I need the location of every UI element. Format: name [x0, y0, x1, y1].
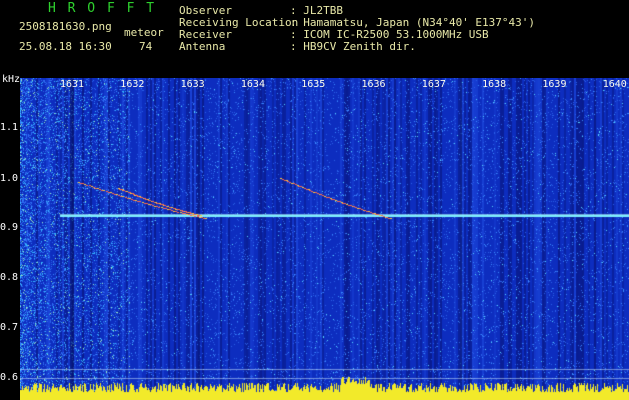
y-tick-label: 0.6 [0, 372, 19, 383]
x-tick-label: 1632 [120, 79, 145, 90]
meteor-label: meteor [124, 26, 164, 39]
x-tick-label: 1636 [361, 79, 386, 90]
meteor-count: 74 [139, 40, 153, 53]
app-title: H R O F F T [48, 1, 157, 16]
spectrogram-canvas [20, 78, 629, 400]
y-tick-label: 0.9 [0, 222, 19, 233]
x-tick-label: 1637 [421, 79, 446, 90]
x-tick-label: 1638 [482, 79, 507, 90]
x-tick-label: 1639 [542, 79, 567, 90]
header-panel: H R O F F T 2508181630.png 25.08.18 16:3… [0, 0, 629, 78]
datetime: 25.08.18 16:30 [19, 40, 112, 53]
filename: 2508181630.png [19, 20, 112, 33]
y-unit-label: kHz [2, 74, 21, 85]
x-tick-label: 1631 [60, 79, 85, 90]
y-tick-label: 0.7 [0, 322, 19, 333]
y-tick-label: 1.0 [0, 173, 19, 184]
x-tick-label: 1634 [240, 79, 265, 90]
antenna-label: Antenna [179, 40, 226, 53]
y-tick-label: 0.8 [0, 272, 19, 283]
x-tick-label: 1640 [602, 79, 627, 90]
antenna-value: : HB9CV Zenith dir. [290, 40, 416, 53]
y-tick-label: 1.1 [0, 122, 19, 133]
x-tick-label: 1633 [180, 79, 205, 90]
x-tick-label: 1635 [301, 79, 326, 90]
